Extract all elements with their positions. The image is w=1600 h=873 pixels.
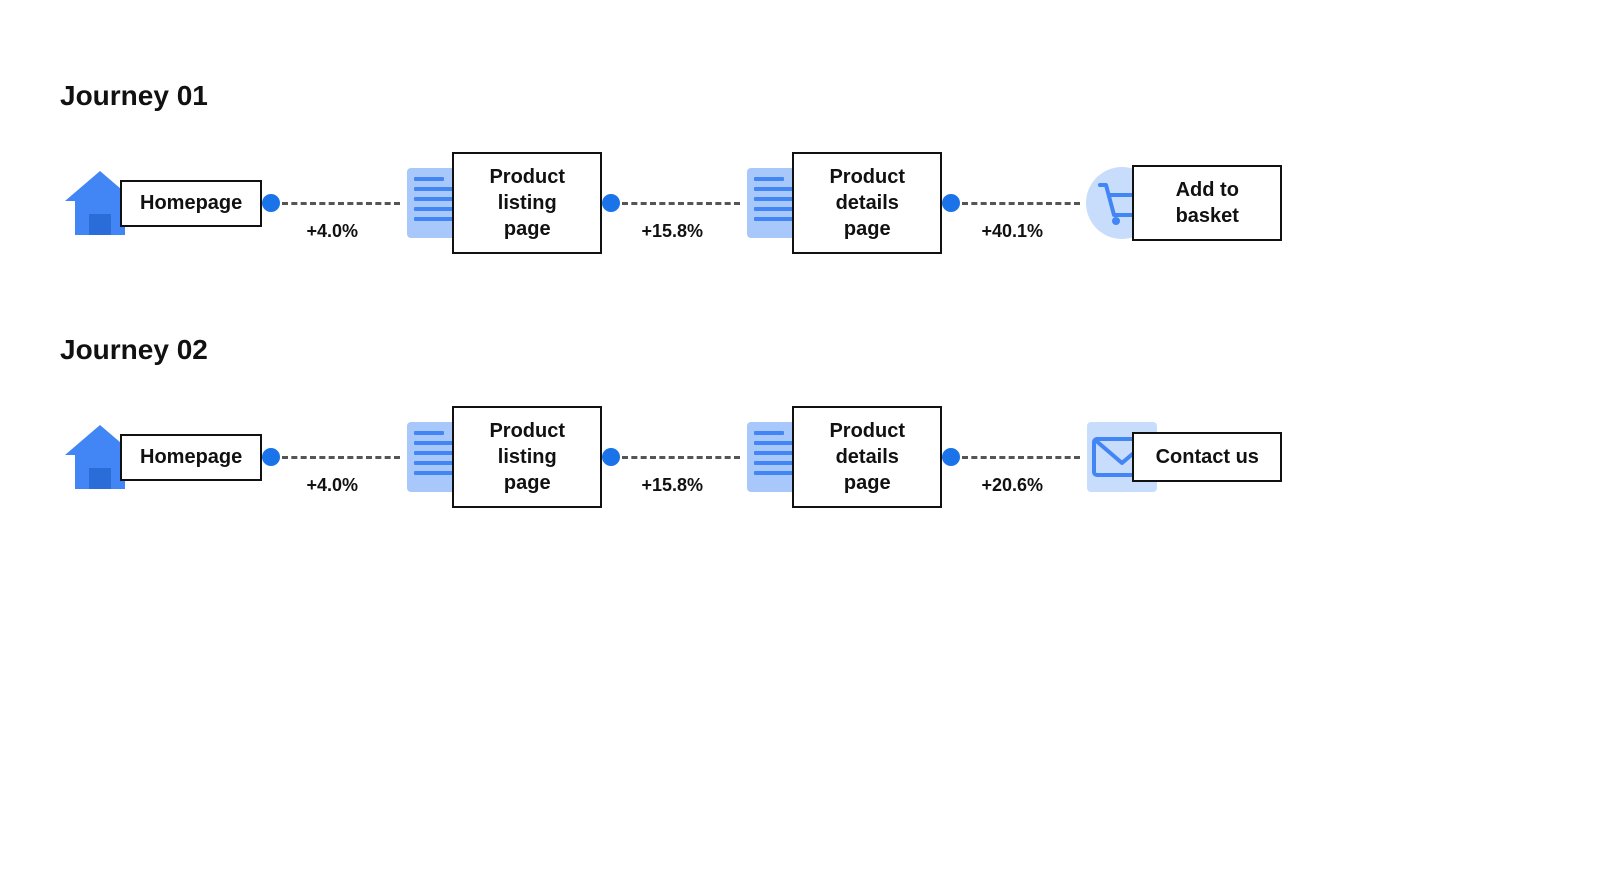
journey-02-flow: Homepage +4.0% P xyxy=(60,406,1540,508)
main-container: Journey 01 Homepage +4.0% xyxy=(0,0,1600,648)
connector-1-2: +15.8% xyxy=(602,194,742,212)
connector-dashes-2-2 xyxy=(622,456,740,459)
journey-02-title: Journey 02 xyxy=(60,334,1540,366)
homepage-2-label: Homepage xyxy=(120,434,262,481)
node-add-to-basket: Add to basket xyxy=(1082,165,1282,241)
node-homepage-2: Homepage xyxy=(60,434,262,481)
journey-01-title: Journey 01 xyxy=(60,80,1540,112)
node-contact-us: Contact us xyxy=(1082,432,1282,482)
connector-dot-2-1 xyxy=(262,448,280,466)
connector-percent-2-2: +15.8% xyxy=(641,475,703,496)
connector-dashes-2-3 xyxy=(962,456,1080,459)
connector-1-1: +4.0% xyxy=(262,194,402,212)
node-homepage-1: Homepage xyxy=(60,180,262,227)
product-listing-1-label: Product listing page xyxy=(452,152,602,254)
connector-2-2: +15.8% xyxy=(602,448,742,466)
product-details-1-label: Product details page xyxy=(792,152,942,254)
node-product-details-2: Product details page xyxy=(742,406,942,508)
connector-dot-1-2 xyxy=(602,194,620,212)
connector-dashes-1-1 xyxy=(282,202,400,205)
connector-2-1: +4.0% xyxy=(262,448,402,466)
connector-percent-1-3: +40.1% xyxy=(981,221,1043,242)
node-product-listing-2: Product listing page xyxy=(402,406,602,508)
connector-dot-1-3 xyxy=(942,194,960,212)
connector-dot-1-1 xyxy=(262,194,280,212)
connector-percent-1-1: +4.0% xyxy=(306,221,358,242)
product-details-2-label: Product details page xyxy=(792,406,942,508)
connector-dot-2-2 xyxy=(602,448,620,466)
add-to-basket-label: Add to basket xyxy=(1132,165,1282,241)
journey-02-section: Journey 02 Homepage +4.0% xyxy=(60,334,1540,508)
connector-1-3: +40.1% xyxy=(942,194,1082,212)
connector-percent-2-1: +4.0% xyxy=(306,475,358,496)
product-listing-2-label: Product listing page xyxy=(452,406,602,508)
connector-percent-2-3: +20.6% xyxy=(981,475,1043,496)
journey-01-flow: Homepage +4.0% P xyxy=(60,152,1540,254)
node-product-listing-1: Product listing page xyxy=(402,152,602,254)
homepage-1-label: Homepage xyxy=(120,180,262,227)
connector-dashes-1-3 xyxy=(962,202,1080,205)
journey-01-section: Journey 01 Homepage +4.0% xyxy=(60,80,1540,254)
connector-dashes-1-2 xyxy=(622,202,740,205)
connector-dashes-2-1 xyxy=(282,456,400,459)
connector-dot-2-3 xyxy=(942,448,960,466)
contact-us-label: Contact us xyxy=(1132,432,1282,482)
node-product-details-1: Product details page xyxy=(742,152,942,254)
connector-2-3: +20.6% xyxy=(942,448,1082,466)
connector-percent-1-2: +15.8% xyxy=(641,221,703,242)
